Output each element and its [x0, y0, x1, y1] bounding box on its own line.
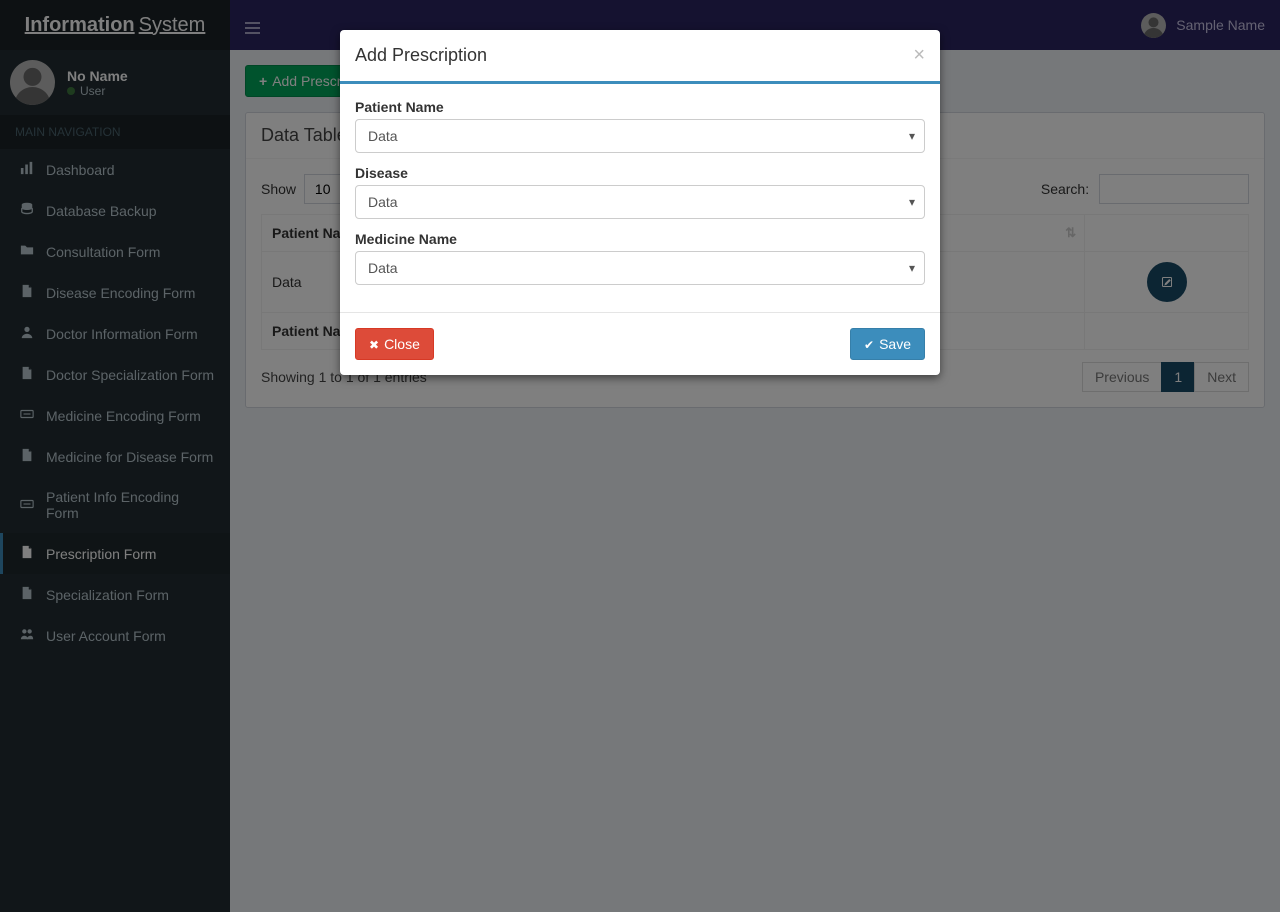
patient-name-label: Patient Name [355, 99, 925, 115]
close-button-label: Close [384, 336, 420, 352]
modal-footer: Close Save [340, 312, 940, 375]
medicine-name-label: Medicine Name [355, 231, 925, 247]
check-icon [864, 336, 874, 352]
modal-close-action-button[interactable]: Close [355, 328, 434, 360]
modal-save-button[interactable]: Save [850, 328, 925, 360]
modal-header: Add Prescription × [340, 30, 940, 84]
modal-body: Patient Name Data Disease Data Medicine … [340, 84, 940, 312]
times-icon [369, 336, 379, 352]
modal-close-button[interactable]: × [913, 45, 925, 65]
add-prescription-modal: Add Prescription × Patient Name Data Dis… [340, 30, 940, 375]
medicine-name-select[interactable]: Data [355, 251, 925, 285]
save-button-label: Save [879, 336, 911, 352]
modal-title: Add Prescription [355, 45, 487, 66]
disease-select[interactable]: Data [355, 185, 925, 219]
disease-label: Disease [355, 165, 925, 181]
close-icon: × [913, 44, 925, 66]
patient-name-select[interactable]: Data [355, 119, 925, 153]
